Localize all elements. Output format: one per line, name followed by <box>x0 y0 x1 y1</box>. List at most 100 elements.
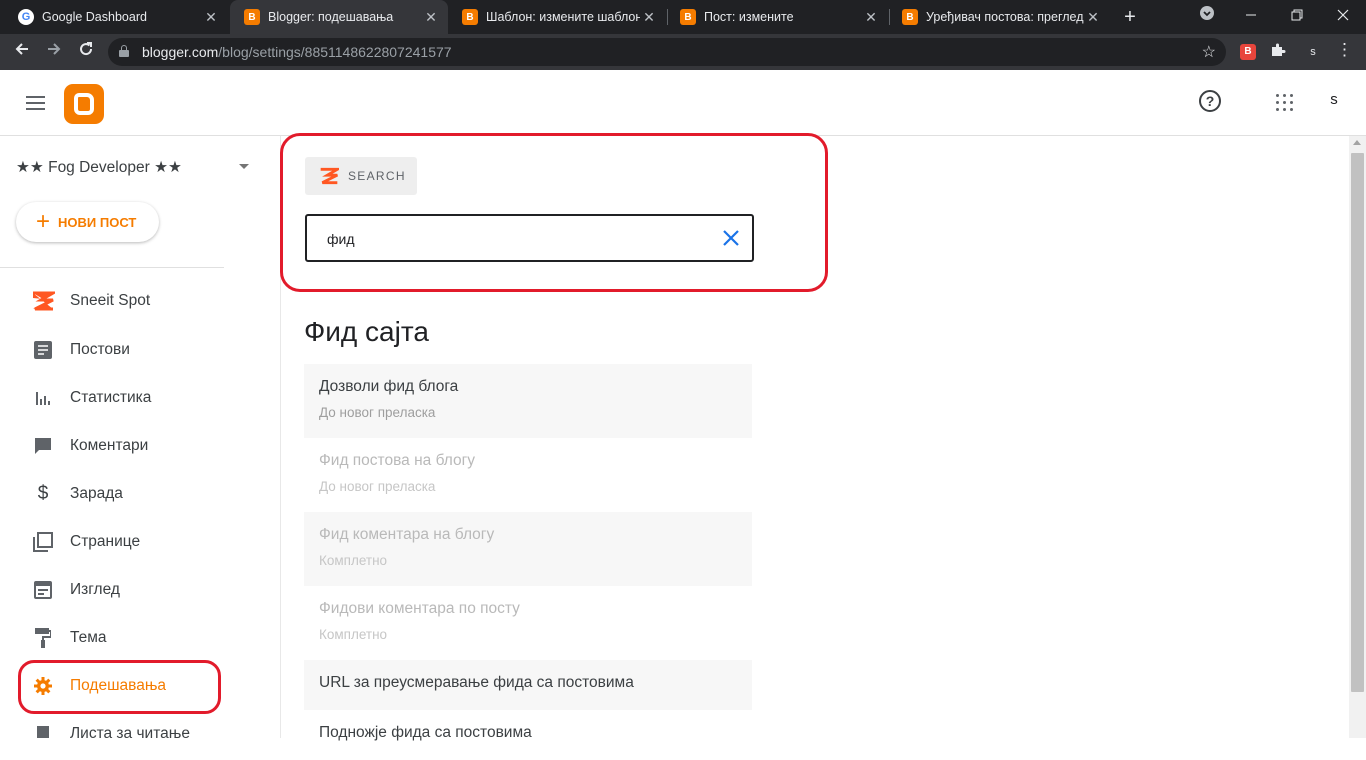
setting-title: Фидови коментара по посту <box>319 600 520 617</box>
account-avatar[interactable]: s <box>1324 91 1344 113</box>
pages-icon <box>30 532 56 552</box>
blogger-logo[interactable] <box>64 84 104 124</box>
setting-value: Комплетно <box>319 627 388 642</box>
sidebar: ★★ Fog Developer ★★ + НОВИ ПОСТ Sneeit S… <box>0 136 281 738</box>
tab-title: Уређивач постова: преглед <box>926 10 1084 24</box>
setting-title: Фид коментара на блогу <box>319 526 495 543</box>
dollar-icon: $ <box>37 483 49 504</box>
caret-down-icon[interactable] <box>239 164 249 169</box>
scroll-up-arrow-icon[interactable] <box>1353 140 1361 145</box>
blogger-extension-icon[interactable]: B <box>1240 44 1256 60</box>
setting-value: Комплетно <box>319 553 388 568</box>
stats-icon <box>30 388 56 408</box>
bookmark-icon <box>30 724 56 738</box>
sidebar-item-pages[interactable]: Странице <box>30 528 140 556</box>
sidebar-item-layout[interactable]: Изглед <box>30 576 120 604</box>
setting-title: Подножје фида са постовима <box>319 724 532 741</box>
setting-per-post-comment-feeds: Фидови коментара по посту Комплетно <box>304 586 752 660</box>
menu-icon[interactable] <box>26 96 45 110</box>
sidebar-item-label: Sneeit Spot <box>70 292 151 309</box>
tab-title: Google Dashboard <box>42 10 147 24</box>
help-icon[interactable]: ? <box>1199 90 1221 112</box>
tab-search-icon[interactable] <box>1184 0 1230 34</box>
back-icon[interactable] <box>9 39 35 65</box>
tab-post-edit[interactable]: B Пост: измените ✕ <box>666 0 888 34</box>
setting-blog-comments-feed: Фид коментара на блогу Комплетно <box>304 512 752 586</box>
sidebar-divider <box>0 267 224 268</box>
blogger-icon: B <box>902 9 918 25</box>
comment-icon <box>30 436 56 456</box>
reload-icon[interactable] <box>73 39 99 65</box>
sneeit-logo-icon <box>30 291 56 311</box>
page-scrollbar[interactable] <box>1349 136 1366 738</box>
setting-value: До новог преласка <box>319 479 436 494</box>
setting-value: До новог преласка <box>319 405 436 420</box>
blogger-icon: B <box>244 9 260 25</box>
new-post-label: НОВИ ПОСТ <box>58 214 137 230</box>
setting-title: Фид постова на блогу <box>319 452 475 469</box>
setting-post-feed-redirect-url[interactable]: URL за преусмеравање фида са постовима <box>304 660 752 710</box>
tab-close-icon[interactable]: ✕ <box>862 9 880 26</box>
tab-close-icon[interactable]: ✕ <box>202 9 220 26</box>
setting-post-feed-footer[interactable]: Подножје фида са постовима <box>304 710 752 760</box>
google-icon: G <box>18 9 34 25</box>
scrollbar-thumb[interactable] <box>1351 153 1364 692</box>
tab-title: Шаблон: измените шаблон <box>486 10 640 24</box>
google-apps-icon[interactable] <box>1276 94 1293 111</box>
close-window-icon[interactable] <box>1320 0 1366 34</box>
sidebar-item-label: Статистика <box>70 389 152 406</box>
tab-blogger-settings[interactable]: B Blogger: подешавања ✕ <box>230 0 448 34</box>
annotation-highlight-search <box>280 133 828 292</box>
setting-allow-blog-feed[interactable]: Дозволи фид блога До новог преласка <box>304 364 752 438</box>
sidebar-item-stats[interactable]: Статистика <box>30 384 151 412</box>
setting-title: Дозволи фид блога <box>319 378 459 395</box>
browser-toolbar: blogger.com/blog/settings/88511486228072… <box>0 34 1366 70</box>
blogger-icon: B <box>680 9 696 25</box>
sidebar-item-comments[interactable]: Коментари <box>30 432 148 460</box>
sidebar-item-posts[interactable]: Постови <box>30 336 130 364</box>
plus-icon: + <box>36 208 51 235</box>
chrome-menu-icon[interactable]: ⋮ <box>1336 40 1353 60</box>
profile-avatar[interactable]: s <box>1304 43 1322 61</box>
sidebar-item-label: Зарада <box>70 485 123 502</box>
new-post-button[interactable]: + НОВИ ПОСТ <box>16 202 159 242</box>
tab-title: Blogger: подешавања <box>268 10 394 24</box>
tab-close-icon[interactable]: ✕ <box>1084 9 1102 26</box>
browser-tab-strip: G Google Dashboard ✕ B Blogger: подешава… <box>0 0 1366 34</box>
layout-icon <box>30 580 56 600</box>
sidebar-item-label: Изглед <box>70 581 120 598</box>
new-tab-button[interactable]: + <box>1118 5 1142 29</box>
setting-blog-posts-feed: Фид постова на блогу До новог преласка <box>304 438 752 512</box>
setting-title: URL за преусмеравање фида са постовима <box>319 674 634 691</box>
url-text: blogger.com/blog/settings/88511486228072… <box>142 44 452 60</box>
url-path: /blog/settings/8851148622807241577 <box>218 44 452 60</box>
lock-icon <box>119 45 129 57</box>
sidebar-item-sneeit-spot[interactable]: Sneeit Spot <box>30 287 150 315</box>
sidebar-item-label: Коментари <box>70 437 149 454</box>
address-bar[interactable]: blogger.com/blog/settings/88511486228072… <box>108 38 1226 66</box>
extensions-puzzle-icon[interactable] <box>1270 42 1286 62</box>
sidebar-item-label: Листа за читање <box>70 725 190 738</box>
paint-roller-icon <box>30 628 56 648</box>
sidebar-item-earnings[interactable]: $ Зарада <box>30 480 123 508</box>
bookmark-star-icon[interactable]: ☆ <box>1202 42 1216 62</box>
tab-close-icon[interactable]: ✕ <box>422 9 440 26</box>
sidebar-item-reading-list[interactable]: Листа за читање <box>30 720 190 738</box>
forward-icon[interactable] <box>41 39 67 65</box>
tab-post-editor-overview[interactable]: B Уређивач постова: преглед ✕ <box>888 0 1110 34</box>
section-title: Фид сајта <box>304 316 429 347</box>
url-host: blogger.com <box>142 44 219 60</box>
blogger-icon: B <box>462 9 478 25</box>
blog-selector[interactable]: ★★ Fog Developer ★★ <box>16 158 182 177</box>
sidebar-item-label: Постови <box>70 341 130 358</box>
sidebar-item-label: Странице <box>70 533 141 550</box>
annotation-highlight-settings <box>18 660 221 714</box>
minimize-icon[interactable] <box>1228 0 1274 34</box>
tab-template-edit[interactable]: B Шаблон: измените шаблон ✕ <box>448 0 666 34</box>
blogger-app-bar: ? s <box>0 70 1366 136</box>
restore-icon[interactable] <box>1274 0 1320 34</box>
tab-close-icon[interactable]: ✕ <box>640 9 658 26</box>
tab-google-dashboard[interactable]: G Google Dashboard ✕ <box>4 0 228 34</box>
sidebar-item-theme[interactable]: Тема <box>30 624 107 652</box>
sidebar-item-label: Тема <box>70 629 107 646</box>
